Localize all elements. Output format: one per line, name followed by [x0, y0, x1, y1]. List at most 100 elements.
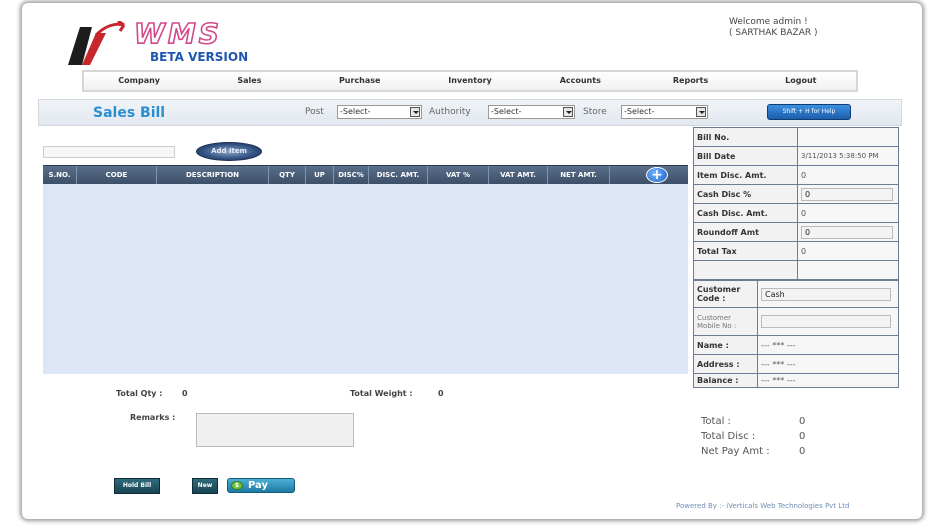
- nav-logout[interactable]: Logout: [746, 72, 856, 90]
- nav-company[interactable]: Company: [84, 72, 194, 90]
- post-select[interactable]: -Select-: [337, 105, 422, 119]
- authority-select[interactable]: -Select-: [488, 105, 575, 119]
- hold-bill-button[interactable]: Hold Bill: [114, 478, 160, 494]
- customer-balance-label: Balance :: [693, 373, 758, 388]
- total-tax-label: Total Tax: [693, 241, 798, 261]
- col-net-amt: NET AMT.: [548, 166, 610, 184]
- customer-code-cell: Cash: [757, 280, 899, 308]
- total-disc-value: 0: [799, 431, 806, 442]
- total-qty-label: Total Qty :: [116, 389, 163, 398]
- welcome-store: ( SARTHAK BAZAR ): [729, 28, 818, 38]
- store-select-value: -Select-: [624, 107, 655, 116]
- roundoff-cell: 0: [797, 222, 899, 242]
- nav-inventory[interactable]: Inventory: [415, 72, 525, 90]
- app-window: WMS BETA VERSION Welcome admin ! ( SARTH…: [22, 3, 922, 519]
- item-search-input[interactable]: [43, 146, 175, 158]
- wms-logo: WMS BETA VERSION: [66, 16, 266, 69]
- col-vat-pct: VAT %: [428, 166, 489, 184]
- item-disc-row: Item Disc. Amt. 0: [693, 165, 899, 185]
- customer-code-label: Customer Code :: [693, 280, 758, 308]
- col-disc-pct: DISC%: [334, 166, 369, 184]
- remarks-textarea[interactable]: [196, 413, 354, 447]
- bill-date-row: Bill Date 3/11/2013 5:38:50 PM: [693, 146, 899, 166]
- item-disc-value: 0: [797, 165, 899, 185]
- col-code: CODE: [77, 166, 157, 184]
- customer-balance-row: Balance : --- *** ---: [693, 373, 899, 388]
- store-select[interactable]: -Select-: [621, 105, 708, 119]
- bill-summary-panel: Bill No. Bill Date 3/11/2013 5:38:50 PM …: [693, 127, 899, 280]
- col-disc-amt: DISC. AMT.: [369, 166, 428, 184]
- store-label: Store: [583, 107, 607, 117]
- bill-no-label: Bill No.: [693, 127, 798, 147]
- customer-address-row: Address : --- *** ---: [693, 354, 899, 374]
- chevron-down-icon: [563, 107, 573, 117]
- customer-mobile-input[interactable]: [761, 315, 891, 328]
- nav-sales[interactable]: Sales: [194, 72, 304, 90]
- col-up: UP: [306, 166, 334, 184]
- nav-accounts[interactable]: Accounts: [525, 72, 635, 90]
- customer-balance-value: --- *** ---: [757, 373, 899, 388]
- roundoff-label: Roundoff Amt: [693, 222, 798, 242]
- help-button[interactable]: Shift + H for Help: [767, 104, 851, 120]
- bill-no-value: [797, 127, 899, 147]
- authority-select-value: -Select-: [491, 107, 522, 116]
- bill-date-value: 3/11/2013 5:38:50 PM: [797, 146, 899, 166]
- bill-date-label: Bill Date: [693, 146, 798, 166]
- cash-disc-pct-input[interactable]: 0: [801, 187, 893, 201]
- items-table-body: [43, 184, 688, 374]
- net-pay-value: 0: [799, 446, 806, 457]
- add-item-label: Add Item: [211, 147, 247, 155]
- col-sno: S.NO.: [43, 166, 77, 184]
- cash-disc-amt-label: Cash Disc. Amt.: [693, 203, 798, 223]
- roundoff-input[interactable]: 0: [801, 225, 893, 239]
- total-value: 0: [799, 416, 806, 427]
- customer-name-row: Name : --- *** ---: [693, 335, 899, 355]
- post-label: Post: [305, 107, 324, 117]
- customer-mobile-label: Customer Mobile No :: [693, 307, 758, 336]
- chevron-down-icon: [696, 107, 706, 117]
- plus-circle-icon[interactable]: +: [646, 167, 668, 183]
- customer-mobile-row: Customer Mobile No :: [693, 307, 899, 336]
- add-item-button[interactable]: Add Item: [196, 142, 262, 161]
- cash-disc-pct-row: Cash Disc % 0: [693, 184, 899, 204]
- welcome-message: Welcome admin ! ( SARTHAK BAZAR ): [729, 17, 817, 39]
- page-title: Sales Bill: [93, 105, 166, 121]
- dollar-icon: $: [231, 481, 243, 490]
- logo-v-icon: [68, 21, 126, 65]
- bill-no-row: Bill No.: [693, 127, 899, 147]
- pay-label: Pay: [248, 480, 269, 491]
- post-select-value: -Select-: [340, 107, 371, 116]
- logo-wordmark: WMS: [133, 16, 222, 51]
- cash-disc-amt-row: Cash Disc. Amt. 0: [693, 203, 899, 223]
- total-disc-label: Total Disc :: [701, 431, 756, 442]
- cash-disc-pct-cell: 0: [797, 184, 899, 204]
- customer-name-label: Name :: [693, 335, 758, 355]
- logo-subtitle: BETA VERSION: [150, 50, 249, 64]
- total-weight-label: Total Weight :: [350, 389, 413, 398]
- col-vat-amt: VAT AMT.: [489, 166, 548, 184]
- total-tax-row: Total Tax 0: [693, 241, 899, 261]
- remarks-label: Remarks :: [130, 413, 176, 422]
- nav-purchase[interactable]: Purchase: [305, 72, 415, 90]
- customer-code-row: Customer Code : Cash: [693, 280, 899, 308]
- main-nav: Company Sales Purchase Inventory Account…: [82, 70, 858, 92]
- pay-button[interactable]: $ Pay: [227, 478, 295, 493]
- roundoff-row: Roundoff Amt 0: [693, 222, 899, 242]
- powered-by: Powered By :- iVerticals Web Technologie…: [676, 502, 850, 510]
- nav-reports[interactable]: Reports: [635, 72, 745, 90]
- customer-address-label: Address :: [693, 354, 758, 374]
- blank-label: [693, 260, 798, 280]
- customer-panel: Customer Code : Cash Customer Mobile No …: [693, 280, 899, 388]
- col-qty: QTY: [269, 166, 306, 184]
- cash-disc-pct-label: Cash Disc %: [693, 184, 798, 204]
- customer-code-input[interactable]: Cash: [761, 287, 891, 301]
- cash-disc-amt-value: 0: [797, 203, 899, 223]
- new-button[interactable]: New: [192, 478, 218, 494]
- blank-value: [797, 260, 899, 280]
- items-table-header: S.NO. CODE DESCRIPTION QTY UP DISC% DISC…: [43, 165, 688, 184]
- chevron-down-icon: [410, 107, 420, 117]
- total-weight-value: 0: [438, 389, 444, 398]
- total-qty-value: 0: [182, 389, 188, 398]
- authority-label: Authority: [429, 107, 471, 117]
- customer-mobile-cell: [757, 307, 899, 336]
